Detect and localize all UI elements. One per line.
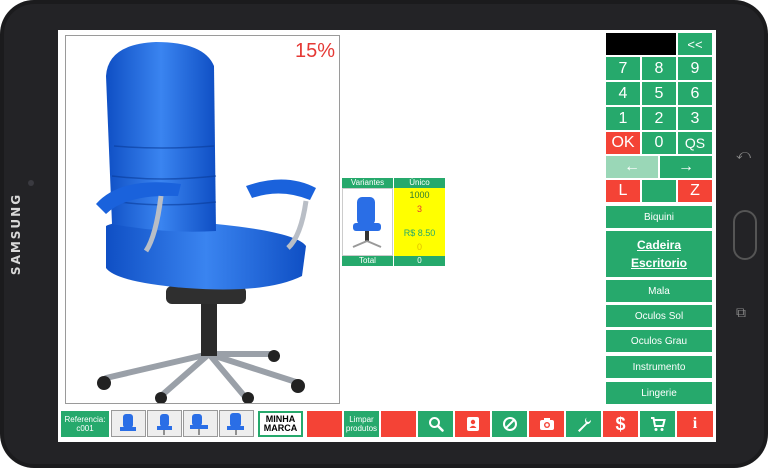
qs-button[interactable]: QS bbox=[677, 131, 713, 155]
thumbnail-1[interactable] bbox=[111, 410, 146, 437]
variants-table: Variantes Único 1000 3 R$ 8.50 0 Total 0 bbox=[342, 178, 445, 266]
thumbnail-4[interactable] bbox=[219, 410, 254, 437]
chair-thumb-icon bbox=[157, 414, 172, 435]
minha-marca-button[interactable]: MINHA MARCA bbox=[258, 411, 303, 437]
cart-button[interactable] bbox=[640, 411, 675, 437]
variant-code: 1000 bbox=[409, 190, 430, 200]
arrow-left-icon[interactable]: ← bbox=[605, 155, 659, 179]
category-lingerie[interactable]: Lingerie bbox=[605, 381, 713, 405]
cart-icon bbox=[650, 417, 666, 431]
info-button[interactable]: i bbox=[677, 411, 713, 437]
front-camera bbox=[28, 180, 34, 186]
chair-thumb-icon bbox=[190, 414, 208, 435]
discount-badge: 15% bbox=[294, 40, 335, 62]
category-mala[interactable]: Mala bbox=[605, 279, 713, 303]
thumbnail-3[interactable] bbox=[183, 410, 218, 437]
settings-button[interactable] bbox=[566, 411, 601, 437]
category-oculos-grau[interactable]: Oculos Grau bbox=[605, 329, 713, 353]
recent-apps-icon[interactable]: ⧉ bbox=[736, 304, 746, 321]
key-5[interactable]: 5 bbox=[641, 81, 677, 106]
l-button[interactable]: L bbox=[605, 179, 641, 203]
camera-icon bbox=[539, 418, 554, 430]
keypad-display bbox=[605, 32, 677, 56]
reference-label: Referencia: bbox=[64, 415, 106, 424]
contact-button[interactable] bbox=[455, 411, 490, 437]
key-1[interactable]: 1 bbox=[605, 106, 641, 131]
app-screen: 15% Variantes Único 1000 3 R$ 8.50 0 Tot… bbox=[58, 30, 716, 442]
thumbnail-2[interactable] bbox=[147, 410, 182, 437]
red-button[interactable] bbox=[307, 411, 342, 437]
key-6[interactable]: 6 bbox=[677, 81, 713, 106]
key-8[interactable]: 8 bbox=[641, 56, 677, 81]
arrow-right-icon[interactable]: → bbox=[659, 155, 713, 179]
variant-stock: 3 bbox=[416, 204, 422, 214]
brand-logo: SAMSUNG bbox=[9, 192, 23, 276]
total-label: Total bbox=[342, 256, 393, 266]
category-cadeira-escritorio[interactable]: Cadeira Escritorio bbox=[605, 230, 713, 278]
key-7[interactable]: 7 bbox=[605, 56, 641, 81]
red-button-2[interactable] bbox=[381, 411, 416, 437]
chair-thumb-icon bbox=[120, 414, 136, 431]
unique-header: Único bbox=[394, 178, 445, 188]
key-2[interactable]: 2 bbox=[641, 106, 677, 131]
z-button[interactable]: Z bbox=[677, 179, 713, 203]
payment-button[interactable]: $ bbox=[603, 411, 638, 437]
search-icon bbox=[428, 417, 444, 432]
total-value: 0 bbox=[394, 256, 445, 266]
back-key-icon[interactable]: ⤺ bbox=[736, 146, 751, 163]
search-button[interactable] bbox=[418, 411, 453, 437]
blank-key[interactable] bbox=[641, 179, 677, 203]
product-photo: 15% bbox=[65, 35, 340, 404]
clear-products-button[interactable]: Limpar produtos bbox=[344, 411, 379, 437]
backspace-button[interactable]: << bbox=[677, 32, 713, 56]
category-biquini[interactable]: Biquini bbox=[605, 205, 713, 229]
camera-button[interactable] bbox=[529, 411, 564, 437]
chair-thumb-icon bbox=[227, 413, 244, 435]
dollar-icon: $ bbox=[615, 413, 626, 434]
key-0[interactable]: 0 bbox=[641, 131, 677, 155]
cancel-icon bbox=[502, 417, 517, 431]
chair-illustration bbox=[96, 42, 316, 404]
info-icon: i bbox=[692, 415, 698, 432]
ok-button[interactable]: OK bbox=[605, 131, 641, 155]
variant-cell[interactable]: 1000 3 R$ 8.50 0 bbox=[394, 188, 445, 256]
reference-button[interactable]: Referencia: c001 bbox=[61, 411, 109, 437]
home-button[interactable] bbox=[733, 210, 757, 260]
category-instrumento[interactable]: Instrumento bbox=[605, 355, 713, 379]
variant-price: R$ 8.50 bbox=[403, 228, 436, 238]
reference-value: c001 bbox=[76, 424, 94, 433]
cancel-button[interactable] bbox=[492, 411, 527, 437]
category-oculos-sol[interactable]: Oculos Sol bbox=[605, 304, 713, 328]
variant-thumbnail[interactable] bbox=[342, 188, 393, 256]
wrench-icon bbox=[577, 417, 591, 432]
key-4[interactable]: 4 bbox=[605, 81, 641, 106]
chair-thumb-icon bbox=[352, 197, 382, 248]
key-3[interactable]: 3 bbox=[677, 106, 713, 131]
variants-header: Variantes bbox=[342, 178, 393, 188]
key-9[interactable]: 9 bbox=[677, 56, 713, 81]
contact-icon bbox=[466, 417, 479, 431]
variant-extra: 0 bbox=[416, 242, 422, 252]
